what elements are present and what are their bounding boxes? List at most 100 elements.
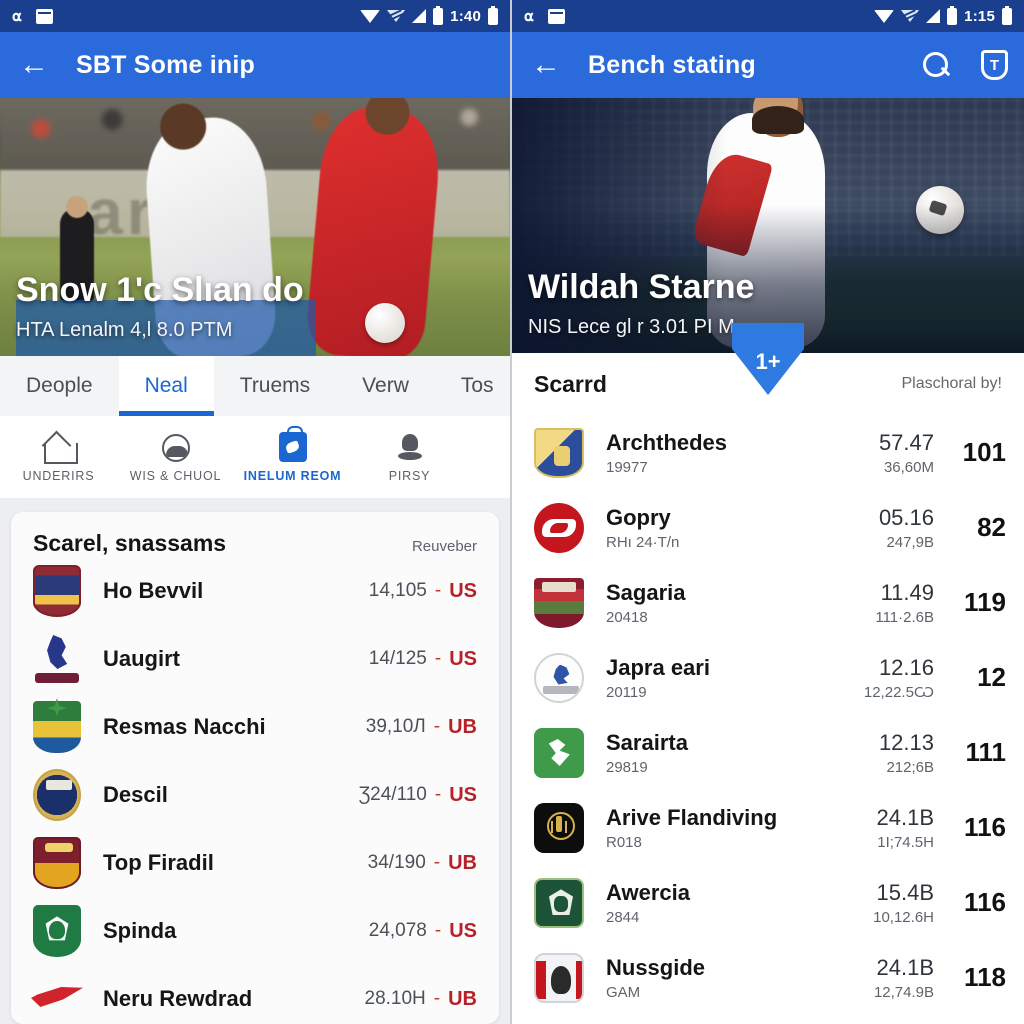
secondary-value: 247,9B (886, 533, 934, 551)
clipboard-icon (547, 8, 565, 24)
list-item-values: 57.47 36,60M (879, 430, 934, 476)
score-value: 116 (964, 887, 1006, 917)
category-underirs[interactable]: UNDERIRS (0, 432, 117, 483)
sponsor-label: Plaschoral by! (901, 375, 1003, 392)
shield-t-icon[interactable]: T (981, 50, 1008, 80)
tab-label: Truems (239, 374, 311, 397)
category-pirsy[interactable]: PIRSY (351, 432, 468, 483)
team-subtitle: GAM (606, 983, 641, 1001)
table-row[interactable]: Uaugirt 14/125 - US (33, 625, 477, 693)
primary-value: 15.4B (876, 879, 935, 905)
tab-truems[interactable]: Truems (214, 356, 336, 416)
team-logo-icon (534, 727, 584, 778)
category-strip: UNDERIRS WIS & CHUOL INELUM REOM PIRSY C… (0, 416, 510, 498)
row-dash: - (434, 784, 442, 805)
category-inelum-reom[interactable]: INELUM REOM (234, 425, 351, 483)
row-dash: - (433, 988, 441, 1009)
secondary-value: 1I;74.5H (877, 833, 934, 851)
row-tag: US (449, 647, 477, 670)
table-row[interactable]: Spinda 24,078 - US (33, 897, 477, 965)
primary-value: 11.49 (880, 579, 934, 605)
team-subtitle: R018 (606, 833, 642, 851)
row-value: 28.10H (364, 988, 426, 1009)
list-item[interactable]: Nussgide GAM 24.1B 12,74.9B 118 (512, 940, 1024, 1015)
list-item[interactable]: Awercia 2844 15.4B 10,12.6H 116 (512, 865, 1024, 940)
list-item[interactable]: Archthedes 19977 57.47 36,60M 101 (512, 415, 1024, 490)
row-value: 14,105 (368, 580, 427, 601)
card-title: Scarel, snassams (33, 530, 227, 556)
tab-tos[interactable]: Tos (435, 356, 510, 416)
row-tag: US (449, 919, 477, 942)
team-name: Resmas Nacchi (103, 714, 266, 739)
score-value: 101 (962, 437, 1006, 467)
category-label: WIS & CHUOL (129, 468, 222, 483)
left-hero-image: are Snow 1'c Slıan do HTA Lenalm 4,l 8.0… (0, 98, 510, 356)
team-subtitle: 29819 (606, 758, 648, 776)
list-item-texts: Nussgide GAM (606, 955, 705, 1001)
page-title: Bench stating (588, 50, 756, 79)
back-arrow-icon[interactable]: ← (528, 47, 564, 83)
list-item[interactable]: Arive Flandiving R018 24.1B 1I;74.5H 116 (512, 790, 1024, 865)
list-item[interactable]: Japra eari 20119 12.16 12,22.5Ѡ 12 (512, 640, 1024, 715)
category-label: UNDERIRS (22, 468, 95, 483)
row-dash: - (433, 852, 441, 873)
table-row[interactable]: Resmas Nacchi 39,10Л - UB (33, 693, 477, 761)
team-subtitle: 19977 (606, 458, 648, 476)
team-subtitle: RHı 24·T/n (606, 533, 680, 551)
team-name: Ho Bevvil (103, 578, 204, 603)
battery-icon (947, 5, 958, 25)
list-item[interactable]: Sarairta 29819 12.13 212;6B 111 (512, 715, 1024, 790)
row-dash: - (434, 648, 442, 669)
category-label: INELUM REOM (243, 468, 342, 483)
team-logo-icon (534, 577, 584, 628)
row-tag: UB (448, 715, 477, 738)
row-dash: - (434, 580, 442, 601)
category-cl[interactable]: CL (468, 432, 510, 483)
primary-value: 24.1B (876, 804, 935, 830)
scorecard-title: Scarrd (534, 370, 607, 397)
table-row[interactable]: Descil Ʒ24/110 - US (33, 761, 477, 829)
back-arrow-icon[interactable]: ← (16, 47, 52, 83)
row-value: Ʒ24/110 (358, 784, 427, 805)
team-crest-icon (33, 973, 81, 1024)
list-item[interactable]: Sagaria 20418 11.49 111·2.6B 119 (512, 565, 1024, 640)
tab-verw[interactable]: Verw (336, 356, 435, 416)
tab-neal[interactable]: Neal (118, 356, 214, 416)
dual-screenshot: ⍺ 1:40 ← SBT Some inip are Snow 1'c Slıa… (0, 0, 1024, 1024)
list-item-values: 11.49 111·2.6B (875, 580, 934, 626)
team-subtitle: 20418 (606, 608, 648, 626)
shopping-bag-icon (278, 425, 307, 462)
team-logo-icon (534, 427, 584, 478)
hero-title: Wildah Starne (528, 267, 755, 306)
table-row[interactable]: Neru Rewdrad 28.10H - UB (33, 965, 477, 1024)
circle-hill-icon (161, 432, 190, 462)
wifi-icon (874, 9, 895, 23)
list-item[interactable]: Gopry RHı 24·T/n 05.16 247,9B 82 (512, 490, 1024, 565)
team-name: Uaugirt (103, 646, 180, 671)
status-bar-system: 1:40 (360, 5, 498, 25)
secondary-value: 10,12.6H (873, 908, 934, 926)
table-row[interactable]: Ho Bevvil 14,105 - US (33, 557, 477, 625)
signal-icon (926, 9, 941, 23)
team-logo-icon (534, 802, 584, 853)
table-row[interactable]: Top Firadil 34/190 - UB (33, 829, 477, 897)
score-value: 82 (977, 512, 1006, 542)
search-icon[interactable] (921, 50, 951, 80)
team-name: Neru Rewdrad (103, 986, 253, 1011)
category-wis-chuol[interactable]: WIS & CHUOL (117, 432, 234, 483)
list-item-values: 24.1B 1I;74.5H (877, 805, 935, 851)
rank-badge[interactable]: 1+ (732, 323, 804, 395)
list-item-texts: Awercia 2844 (606, 880, 690, 926)
list-item-values: 12.16 12,22.5Ѡ (864, 655, 934, 701)
team-crest-icon (33, 837, 81, 889)
house-icon (43, 432, 78, 464)
score-value: 118 (964, 962, 1006, 992)
wifi-off-icon (901, 9, 920, 24)
hero-title: Snow 1'c Slıan do (16, 270, 304, 309)
tab-deople[interactable]: Deople (0, 356, 119, 416)
category-label: PIRSY (388, 468, 431, 483)
card-action-link[interactable]: Reuveber (412, 538, 477, 555)
list-item-values: 12.13 212;6B (879, 730, 934, 776)
list-item-texts: Arive Flandiving R018 (606, 805, 777, 851)
clipboard-icon (35, 8, 53, 24)
